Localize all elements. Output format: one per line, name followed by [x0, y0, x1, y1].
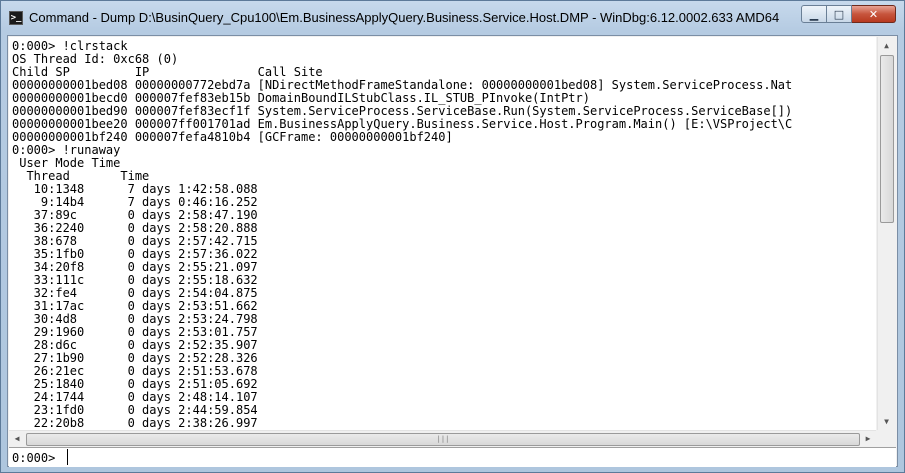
output-pane[interactable]: 0:000> !clrstack OS Thread Id: 0xc68 (0)…: [9, 37, 876, 430]
output-line: 10:1348 7 days 1:42:58.088: [12, 182, 258, 196]
output-line: 00000000001bf240 000007fefa4810b4 [GCFra…: [12, 130, 453, 144]
output-line: 00000000001bed90 000007fef83ecf1f System…: [12, 104, 793, 118]
output-line: 0:000> !clrstack: [12, 39, 128, 53]
command-client-area: 0:000> !clrstack OS Thread Id: 0xc68 (0)…: [7, 35, 898, 467]
output-line: 9:14b4 7 days 0:46:16.252: [12, 195, 258, 209]
maximize-button[interactable]: □: [827, 5, 852, 23]
output-line: Child SP IP Call Site: [12, 65, 323, 79]
command-prompt: 0:000>: [12, 451, 56, 465]
command-bar: 0:000>: [9, 447, 896, 467]
scroll-corner: [877, 430, 894, 447]
output-line: 31:17ac 0 days 2:53:51.662: [12, 299, 258, 313]
output-line: 30:4d8 0 days 2:53:24.798: [12, 312, 258, 326]
output-line: 23:1fd0 0 days 2:44:59.854: [12, 403, 258, 417]
output-line: OS Thread Id: 0xc68 (0): [12, 52, 179, 66]
output-line: 0:000> !runaway: [12, 143, 121, 157]
output-line: 36:2240 0 days 2:58:20.888: [12, 221, 258, 235]
output-line: 29:1960 0 days 2:53:01.757: [12, 325, 258, 339]
scroll-up-arrow-icon[interactable]: ▲: [878, 37, 895, 54]
console-icon: >_: [9, 11, 23, 25]
output-line: 34:20f8 0 days 2:55:21.097: [12, 260, 258, 274]
output-line: 27:1b90 0 days 2:52:28.326: [12, 351, 258, 365]
output-line: 00000000001bed08 00000000772ebd7a [NDire…: [12, 78, 793, 92]
output-line: 00000000001becd0 000007fef83eb15b Domain…: [12, 91, 590, 105]
output-line: 26:21ec 0 days 2:51:53.678: [12, 364, 258, 378]
output-line: 32:fe4 0 days 2:54:04.875: [12, 286, 258, 300]
output-line: Thread Time: [12, 169, 150, 183]
output-line: 37:89c 0 days 2:58:47.190: [12, 208, 258, 222]
output-line: 22:20b8 0 days 2:38:26.997: [12, 416, 258, 430]
output-line: 24:1744 0 days 2:48:14.107: [12, 390, 258, 404]
winDbg-command-window: >_ Command - Dump D:\BusinQuery_Cpu100\E…: [0, 0, 905, 473]
scroll-down-arrow-icon[interactable]: ▼: [878, 413, 895, 430]
caption-buttons: ▁ □ ✕: [801, 5, 896, 25]
title-bar[interactable]: >_ Command - Dump D:\BusinQuery_Cpu100\E…: [1, 1, 904, 35]
scroll-right-arrow-icon[interactable]: ▶: [860, 431, 876, 447]
output-line: 00000000001bee20 000007ff001701ad Em.Bus…: [12, 117, 793, 131]
vertical-scrollbar[interactable]: ▲ ▼: [877, 37, 895, 430]
output-line: 28:d6c 0 days 2:52:35.907: [12, 338, 258, 352]
scroll-left-arrow-icon[interactable]: ◀: [9, 431, 25, 447]
output-line: User Mode Time: [12, 156, 121, 170]
output-line: 25:1840 0 days 2:51:05.692: [12, 377, 258, 391]
minimize-button[interactable]: ▁: [801, 5, 827, 23]
window-title: Command - Dump D:\BusinQuery_Cpu100\Em.B…: [29, 10, 780, 25]
horizontal-scrollbar[interactable]: ◀ ||| ▶: [9, 430, 876, 447]
output-line: 38:678 0 days 2:57:42.715: [12, 234, 258, 248]
command-input[interactable]: [67, 449, 892, 465]
output-line: 33:111c 0 days 2:55:18.632: [12, 273, 258, 287]
vertical-scroll-thumb[interactable]: [880, 55, 894, 223]
horizontal-scroll-thumb[interactable]: |||: [26, 433, 860, 446]
close-button[interactable]: ✕: [852, 5, 896, 23]
output-line: 35:1fb0 0 days 2:57:36.022: [12, 247, 258, 261]
output-text: 0:000> !clrstack OS Thread Id: 0xc68 (0)…: [9, 37, 876, 430]
